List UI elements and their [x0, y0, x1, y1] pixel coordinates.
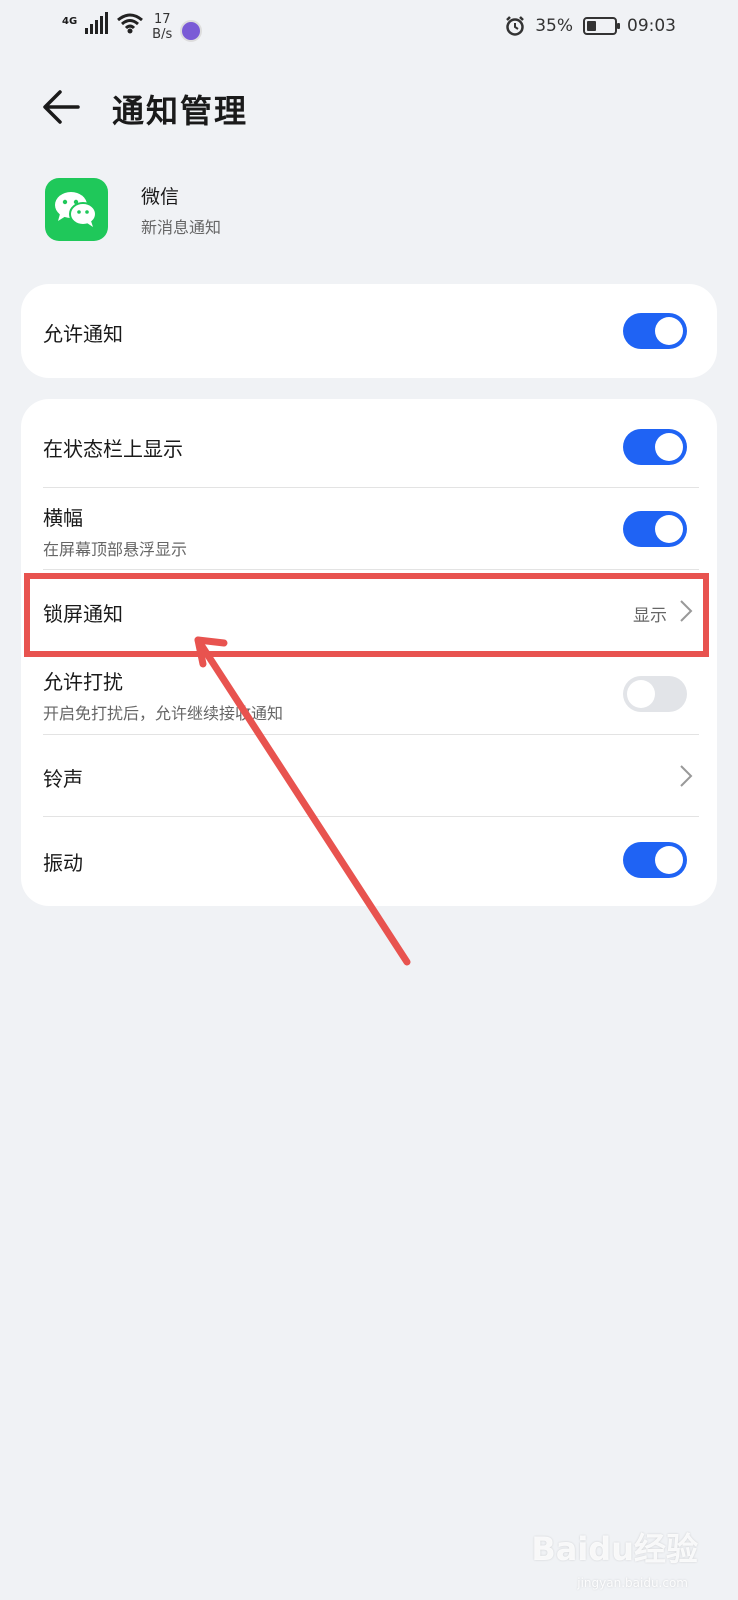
- notification-app-icon: [180, 20, 203, 42]
- app-name: 微信: [141, 186, 180, 208]
- battery-percent: 35%: [535, 16, 573, 36]
- status-bar-right: 35% 09:03: [505, 16, 676, 36]
- wechat-icon: [45, 178, 108, 241]
- status-bar: 4G 17 B/s 35% 09:03: [0, 0, 738, 60]
- setting-row-status-bar[interactable]: 在状态栏上显示: [21, 399, 717, 488]
- setting-label: 允许通知: [43, 322, 123, 346]
- setting-row-ringtone[interactable]: 铃声: [21, 735, 717, 817]
- allow-notifications-toggle[interactable]: [623, 313, 687, 349]
- watermark-logo: Baidu经验: [531, 1530, 698, 1568]
- battery-icon: [583, 17, 620, 35]
- toggle-knob: [655, 317, 683, 345]
- alarm-icon: [506, 16, 525, 36]
- status-bar-toggle[interactable]: [623, 429, 687, 465]
- toggle-knob: [655, 515, 683, 543]
- setting-label: 横幅: [43, 506, 83, 530]
- chevron-right-icon: [680, 765, 693, 787]
- setting-label: 在状态栏上显示: [43, 437, 183, 461]
- setting-sublabel: 开启免打扰后，允许继续接收通知: [43, 704, 284, 723]
- arrow-left-icon[interactable]: [40, 86, 82, 128]
- setting-row-banner[interactable]: 横幅 在屏幕顶部悬浮显示: [21, 488, 717, 570]
- vibration-toggle[interactable]: [623, 842, 687, 878]
- network-speed: 17 B/s: [152, 12, 172, 42]
- page-header: 通知管理: [0, 72, 738, 142]
- allow-notifications-card: 允许通知: [21, 284, 717, 378]
- wifi-icon: [117, 13, 144, 34]
- setting-label: 振动: [43, 851, 83, 875]
- speed-unit: B/s: [152, 27, 173, 42]
- setting-row-allow-disturb[interactable]: 允许打扰 开启免打扰后，允许继续接收通知: [21, 652, 717, 735]
- annotation-highlight-box: [24, 573, 709, 657]
- setting-sublabel: 在屏幕顶部悬浮显示: [43, 540, 188, 559]
- speed-value: 17: [153, 12, 171, 27]
- status-bar-left: 4G 17 B/s: [62, 12, 203, 42]
- setting-label: 允许打扰: [43, 670, 123, 694]
- toggle-knob: [655, 433, 683, 461]
- toggle-knob: [655, 846, 683, 874]
- page-title: 通知管理: [112, 92, 249, 130]
- setting-row-allow-notifications[interactable]: 允许通知: [21, 284, 717, 378]
- setting-row-vibration[interactable]: 振动: [21, 817, 717, 906]
- toggle-knob: [627, 680, 655, 708]
- clock: 09:03: [627, 16, 676, 36]
- app-subtitle: 新消息通知: [141, 218, 222, 237]
- network-type: 4G: [62, 16, 78, 27]
- app-info: 微信 新消息通知: [45, 178, 695, 242]
- battery-fill: [587, 21, 596, 31]
- allow-disturb-toggle[interactable]: [623, 676, 687, 712]
- signal-icon: [85, 12, 109, 34]
- watermark-url: jingyan.baidu.com: [577, 1576, 688, 1590]
- setting-label: 铃声: [43, 767, 83, 791]
- banner-toggle[interactable]: [623, 511, 687, 547]
